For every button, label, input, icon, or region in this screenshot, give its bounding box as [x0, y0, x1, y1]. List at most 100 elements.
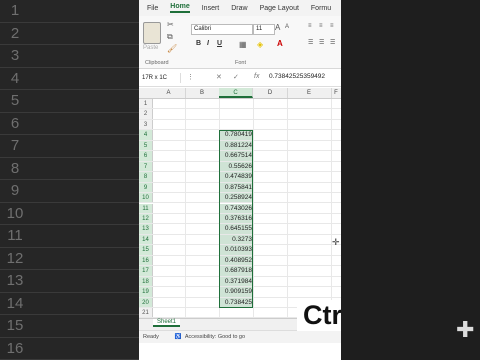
column-header[interactable]: C: [219, 88, 253, 98]
background-row-number: 12: [6, 249, 24, 267]
cell-c[interactable]: 0.645155: [219, 224, 253, 234]
background-row: 10: [0, 203, 139, 225]
cell-c[interactable]: [219, 99, 253, 108]
row-header[interactable]: 18: [139, 276, 153, 287]
align-top-icon[interactable]: ≡: [308, 23, 311, 29]
row-header[interactable]: 8: [139, 172, 153, 182]
row-header[interactable]: 9: [139, 182, 153, 193]
cell-c[interactable]: [219, 308, 253, 317]
background-row: 2: [0, 23, 139, 45]
cell-c[interactable]: 0.408952: [219, 255, 253, 266]
row-header[interactable]: 7: [139, 161, 153, 172]
row-header[interactable]: 20: [139, 297, 153, 307]
cell-c[interactable]: 0.474839: [219, 172, 253, 182]
cell-c[interactable]: 0.376316: [219, 213, 253, 224]
align-left-icon[interactable]: ☰: [308, 39, 313, 46]
background-row: 1: [0, 0, 139, 23]
background-right-panel: [341, 0, 480, 360]
background-row-number: 7: [10, 137, 20, 155]
grid-line: [219, 99, 220, 319]
underline-button[interactable]: U: [217, 40, 222, 47]
cell-c[interactable]: 0.743026: [219, 203, 253, 213]
background-row-number: 16: [6, 339, 24, 357]
ribbon-tab[interactable]: Home: [170, 3, 190, 13]
row-header[interactable]: 19: [139, 287, 153, 297]
status-bar: Ready ♿ Accessibility: Good to go: [139, 330, 341, 343]
ribbon-tab[interactable]: Page Layout: [260, 5, 299, 12]
name-box[interactable]: 17R x 1C: [142, 73, 181, 83]
grid-line: [185, 99, 186, 319]
row-header[interactable]: 4: [139, 130, 153, 140]
fill-color-icon[interactable]: ◈: [257, 40, 263, 49]
row-header[interactable]: 14: [139, 234, 153, 245]
ribbon-tab[interactable]: Insert: [202, 5, 220, 12]
table-row: 10 0.258924: [139, 193, 341, 204]
background-row: 7: [0, 135, 139, 158]
background-row: 9: [0, 180, 139, 203]
italic-button[interactable]: I: [207, 40, 209, 47]
row-header[interactable]: 15: [139, 245, 153, 255]
decrease-font-icon[interactable]: A: [285, 24, 289, 30]
cancel-icon[interactable]: ✕: [216, 73, 222, 81]
cell-c[interactable]: 0.881224: [219, 140, 253, 151]
cell-c[interactable]: 0.738425: [219, 297, 253, 307]
column-header[interactable]: A: [152, 88, 186, 98]
status-accessibility[interactable]: Accessibility: Good to go: [185, 334, 245, 340]
row-header[interactable]: 11: [139, 203, 153, 213]
cell-c[interactable]: 0.909159: [219, 287, 253, 297]
cell-c[interactable]: 0.667514: [219, 151, 253, 161]
background-row: 3: [0, 45, 139, 68]
increase-font-icon[interactable]: A: [275, 23, 280, 32]
column-header[interactable]: B: [185, 88, 220, 98]
align-bottom-icon[interactable]: ≡: [330, 23, 333, 29]
cell-c[interactable]: 0.3273: [219, 234, 253, 245]
cell-c[interactable]: 0.371984: [219, 276, 253, 287]
cell-c[interactable]: 0.010393: [219, 245, 253, 255]
ribbon-tab[interactable]: Draw: [231, 5, 247, 12]
table-row: 12 0.376316: [139, 213, 341, 225]
row-header[interactable]: 13: [139, 224, 153, 234]
excel-window: File Home Insert Draw Page Layout Formu Paste…: [139, 0, 341, 360]
table-row: 3: [139, 119, 341, 131]
ribbon-tab[interactable]: Formu: [311, 5, 331, 12]
font-name-dropdown[interactable]: Calibri: [191, 24, 253, 35]
row-header[interactable]: 16: [139, 255, 153, 266]
row-header[interactable]: 10: [139, 193, 153, 203]
name-box-dropdown-icon[interactable]: ⋮: [187, 73, 194, 81]
column-header[interactable]: F: [331, 88, 341, 98]
row-header[interactable]: 1: [139, 99, 153, 109]
table-row: 1: [139, 99, 341, 110]
cell-c[interactable]: 0.55626: [219, 161, 253, 172]
column-header[interactable]: E: [287, 88, 332, 98]
row-header[interactable]: 21: [139, 308, 153, 318]
cell-c[interactable]: 0.780419: [219, 130, 253, 140]
fx-icon[interactable]: fx: [254, 73, 259, 80]
borders-icon[interactable]: ▦: [239, 40, 247, 49]
cell-c[interactable]: 0.258924: [219, 193, 253, 203]
row-header[interactable]: 6: [139, 151, 153, 161]
align-middle-icon[interactable]: ≡: [319, 23, 322, 29]
row-header[interactable]: 12: [139, 213, 153, 224]
column-header[interactable]: D: [253, 88, 288, 98]
grid-line: [287, 99, 288, 319]
background-row: 13: [0, 270, 139, 293]
cell-c[interactable]: 0.875841: [219, 182, 253, 193]
cell-c[interactable]: [219, 109, 253, 118]
row-header[interactable]: 5: [139, 140, 153, 151]
bold-button[interactable]: B: [196, 40, 201, 47]
enter-icon[interactable]: ✓: [233, 73, 239, 81]
font-group-label: Font: [235, 60, 247, 66]
align-center-icon[interactable]: ☰: [319, 39, 324, 46]
font-size-dropdown[interactable]: 11: [253, 24, 275, 35]
row-header[interactable]: 17: [139, 266, 153, 276]
ribbon-tab[interactable]: File: [147, 5, 158, 12]
cell-c[interactable]: 0.687918: [219, 266, 253, 276]
cell-c[interactable]: [219, 120, 253, 129]
sheet-tab[interactable]: Sheet1: [153, 319, 181, 327]
font-color-icon[interactable]: A: [277, 39, 283, 48]
formula-value[interactable]: 0.73842525359492: [269, 73, 325, 80]
row-header[interactable]: 3: [139, 119, 153, 130]
background-row: 16: [0, 338, 139, 360]
align-right-icon[interactable]: ☰: [330, 39, 335, 46]
row-header[interactable]: 2: [139, 109, 153, 119]
